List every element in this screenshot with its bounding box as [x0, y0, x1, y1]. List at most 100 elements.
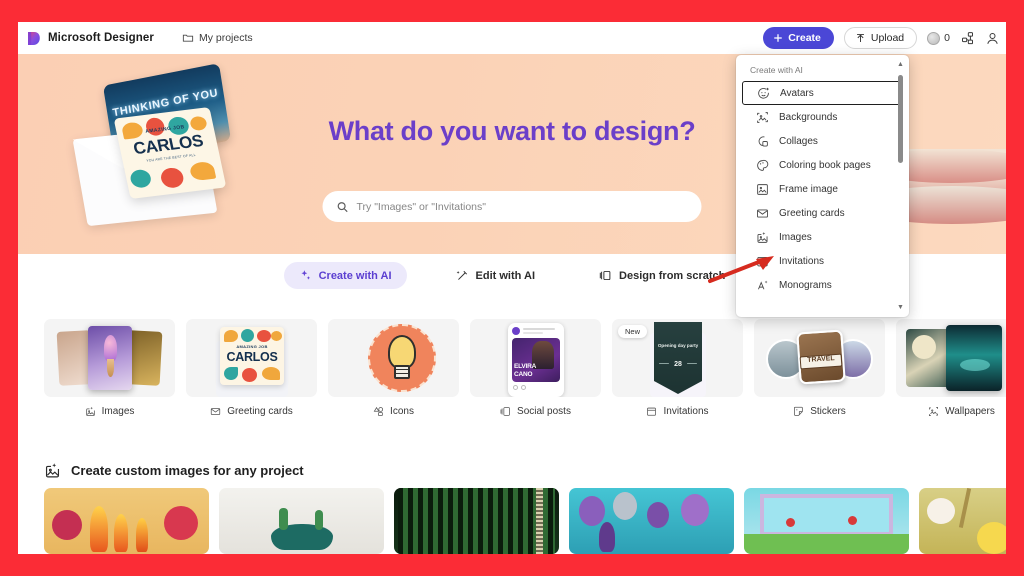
dropdown-item-label: Greeting cards	[779, 207, 845, 219]
section-title: Create custom images for any project	[71, 463, 304, 478]
brand-logo-group[interactable]: Microsoft Designer	[26, 31, 154, 46]
dropdown-item-greeting-cards[interactable]: Greeting cards	[742, 201, 903, 225]
folder-icon	[182, 32, 194, 44]
section-heading: Create custom images for any project	[44, 462, 304, 479]
gallery-item[interactable]	[219, 488, 384, 554]
category-thumbnail: AMAZING JOB CARLOS	[186, 319, 317, 397]
mode-edit-with-ai[interactable]: Edit with AI	[441, 262, 550, 289]
brand-name: Microsoft Designer	[48, 32, 154, 44]
dropdown-item-label: Backgrounds	[779, 111, 838, 123]
category-card-label: Social posts	[517, 406, 571, 417]
scrollbar-thumb[interactable]	[898, 75, 903, 163]
category-card-row: Images AMAZING JOB CARLOS Greeting cards…	[44, 319, 1006, 417]
credits-indicator[interactable]: 0	[927, 31, 950, 45]
dropdown-item-collages[interactable]: Collages	[742, 129, 903, 153]
dropdown-heading: Create with AI	[750, 65, 803, 75]
microsoft-designer-logo-icon	[26, 31, 41, 46]
credits-coin-icon	[927, 31, 941, 45]
category-card-greeting-cards[interactable]: AMAZING JOB CARLOS Greeting cards	[186, 319, 317, 417]
category-thumbnail	[328, 319, 459, 397]
hero-artwork-left: THINKING OF YOU AMAZING JOB CARLOS YOU A…	[72, 63, 280, 244]
category-card-label: Invitations	[663, 406, 709, 417]
coloring-palette-icon	[756, 159, 769, 172]
frame-image-icon	[756, 183, 769, 196]
mode-create-with-ai[interactable]: Create with AI	[283, 262, 407, 289]
gallery-item[interactable]	[44, 488, 209, 554]
image-gallery-row	[44, 488, 1006, 554]
dropdown-item-avatars[interactable]: Avatars	[742, 81, 903, 105]
category-card-social-posts[interactable]: ELVIRA CANO Social posts	[470, 319, 601, 417]
category-card-label: Greeting cards	[227, 406, 293, 417]
category-card-label-group: Stickers	[754, 406, 885, 417]
dropdown-item-label: Frame image	[779, 183, 838, 195]
mode-label: Edit with AI	[475, 269, 536, 282]
plus-icon	[773, 33, 783, 43]
dropdown-item-label: Coloring book pages	[779, 159, 871, 171]
layout-icon	[599, 269, 612, 282]
category-card-label: Icons	[390, 406, 414, 417]
magic-wand-icon	[456, 269, 469, 282]
category-card-images[interactable]: Images	[44, 319, 175, 417]
avatar-smiley-icon	[757, 87, 770, 100]
dropdown-item-label: Avatars	[780, 87, 814, 99]
red-arrow-annotation	[708, 250, 784, 286]
category-card-wallpapers[interactable]: Wallpapers ›	[896, 319, 1006, 417]
category-card-label-group: Icons	[328, 406, 459, 417]
category-card-label: Wallpapers	[945, 406, 995, 417]
backgrounds-icon	[756, 111, 769, 124]
icons-shapes-icon	[373, 406, 384, 417]
dropdown-item-label: Invitations	[779, 255, 825, 267]
upload-button[interactable]: Upload	[843, 27, 918, 49]
gallery-item[interactable]	[569, 488, 734, 554]
category-card-label-group: Invitations	[612, 406, 743, 417]
sticker-icon	[793, 406, 804, 417]
dropdown-item-backgrounds[interactable]: Backgrounds	[742, 105, 903, 129]
category-card-label: Images	[101, 406, 135, 417]
greeting-card-name: CARLOS	[226, 350, 278, 364]
new-badge: New	[618, 325, 648, 338]
wallpaper-icon	[928, 406, 939, 417]
sparkle-icon	[299, 269, 312, 282]
scroll-up-arrow-icon[interactable]: ▲	[897, 61, 904, 68]
category-card-stickers[interactable]: TRAVEL Stickers	[754, 319, 885, 417]
account-avatar-icon[interactable]	[985, 31, 1000, 46]
share-icon[interactable]	[960, 31, 975, 46]
search-input[interactable]: Try "Images" or "Invitations"	[322, 191, 702, 222]
greeting-card-kicker: AMAZING JOB	[236, 344, 268, 349]
dropdown-item-label: Collages	[779, 135, 818, 147]
gallery-item[interactable]	[919, 488, 1006, 554]
collages-icon	[756, 135, 769, 148]
category-thumbnail	[44, 319, 175, 397]
category-card-label-group: Social posts	[470, 406, 601, 417]
category-card-label-group: Wallpapers	[896, 406, 1006, 417]
invitation-calendar-icon	[646, 406, 657, 417]
credits-count: 0	[944, 32, 950, 44]
images-sparkle-icon	[44, 462, 61, 479]
upload-button-label: Upload	[870, 32, 905, 44]
dropdown-item-coloring-book-pages[interactable]: Coloring book pages	[742, 153, 903, 177]
create-button-label: Create	[788, 32, 821, 44]
my-projects-link[interactable]: My projects	[182, 32, 253, 44]
search-icon	[337, 201, 349, 213]
category-card-label-group: Images	[44, 406, 175, 417]
gallery-item[interactable]	[394, 488, 559, 554]
social-post-name-2: CANO	[514, 371, 533, 378]
dropdown-scrollbar[interactable]: ▲ ▼	[896, 61, 905, 311]
envelope-icon	[756, 207, 769, 220]
my-projects-label: My projects	[198, 32, 253, 44]
category-thumbnail: TRAVEL	[754, 319, 885, 397]
browser-content-frame: Microsoft Designer My projects Create Up…	[18, 22, 1006, 554]
dropdown-item-images[interactable]: Images	[742, 225, 903, 249]
category-card-invitations[interactable]: New Opening day party 28 Invitations	[612, 319, 743, 417]
dropdown-item-frame-image[interactable]: Frame image	[742, 177, 903, 201]
create-button[interactable]: Create	[763, 27, 834, 49]
upload-arrow-icon	[855, 33, 866, 44]
search-placeholder: Try "Images" or "Invitations"	[356, 200, 486, 213]
top-bar: Microsoft Designer My projects Create Up…	[18, 22, 1006, 54]
scroll-down-arrow-icon[interactable]: ▼	[897, 304, 904, 311]
category-card-label: Stickers	[810, 406, 846, 417]
gallery-item[interactable]	[744, 488, 909, 554]
category-card-icons[interactable]: Icons	[328, 319, 459, 417]
category-thumbnail	[896, 319, 1006, 397]
mode-label: Create with AI	[318, 269, 392, 282]
